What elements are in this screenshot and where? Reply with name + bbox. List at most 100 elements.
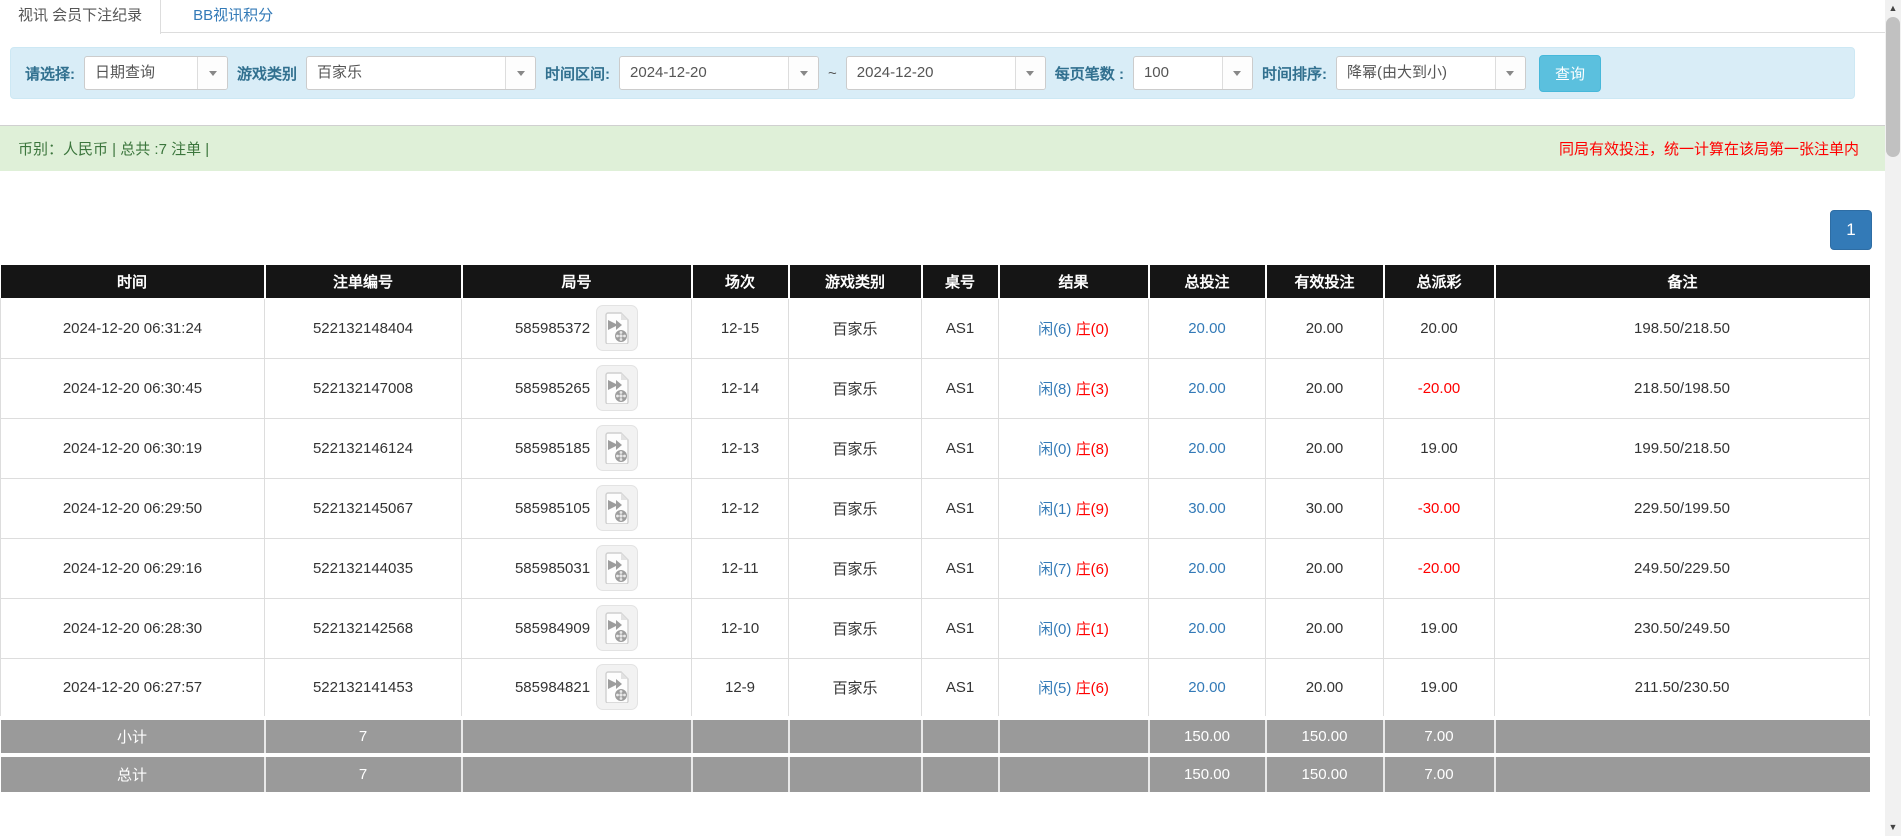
cell-session: 12-10 xyxy=(692,598,789,658)
round-id: 585985372 xyxy=(515,320,590,337)
banker-result: 庄(3) xyxy=(1076,381,1109,398)
cell-round: 585984909 xyxy=(462,598,692,658)
empty-cell xyxy=(789,755,922,792)
cell-game-type: 百家乐 xyxy=(789,658,922,718)
empty-cell xyxy=(789,718,922,755)
cell-valid-bet: 20.00 xyxy=(1266,658,1384,718)
subtotal-total-bet: 150.00 xyxy=(1149,718,1266,755)
cell-remark: 211.50/230.50 xyxy=(1495,658,1870,718)
video-replay-icon[interactable] xyxy=(596,605,638,651)
total-bet-link[interactable]: 20.00 xyxy=(1149,298,1266,358)
video-replay-icon[interactable] xyxy=(596,425,638,471)
total-payout: 7.00 xyxy=(1384,755,1495,792)
total-bet-link[interactable]: 30.00 xyxy=(1149,478,1266,538)
total-bet-link[interactable]: 20.00 xyxy=(1149,358,1266,418)
query-type-select[interactable]: 日期查询 xyxy=(84,56,228,90)
column-header: 总投注 xyxy=(1149,265,1266,298)
cell-time: 2024-12-20 06:29:16 xyxy=(1,538,265,598)
table-row: 2024-12-20 06:30:19 522132146124 5859851… xyxy=(1,418,1870,478)
video-replay-icon[interactable] xyxy=(596,545,638,591)
chevron-down-icon[interactable] xyxy=(788,57,818,89)
vertical-scrollbar[interactable]: ▲ ▼ xyxy=(1885,0,1901,836)
column-header: 结果 xyxy=(999,265,1149,298)
empty-cell xyxy=(1495,718,1870,755)
subtotal-payout: 7.00 xyxy=(1384,718,1495,755)
banker-result: 庄(1) xyxy=(1076,621,1109,638)
page-1-button[interactable]: 1 xyxy=(1830,210,1872,250)
total-row: 总计 7 150.00 150.00 7.00 xyxy=(1,755,1870,792)
cell-bet-id: 522132142568 xyxy=(265,598,462,658)
column-header: 有效投注 xyxy=(1266,265,1384,298)
total-bet-link[interactable]: 20.00 xyxy=(1149,598,1266,658)
total-bet-link[interactable]: 20.00 xyxy=(1149,658,1266,718)
banker-result: 庄(8) xyxy=(1076,441,1109,458)
chevron-down-icon[interactable] xyxy=(197,57,227,89)
page-size-select[interactable]: 100 xyxy=(1133,56,1253,90)
cell-valid-bet: 20.00 xyxy=(1266,538,1384,598)
total-bet-link[interactable]: 20.00 xyxy=(1149,418,1266,478)
cell-session: 12-11 xyxy=(692,538,789,598)
video-replay-icon[interactable] xyxy=(596,485,638,531)
scrollbar-thumb[interactable] xyxy=(1886,17,1900,157)
table-row: 2024-12-20 06:29:50 522132145067 5859851… xyxy=(1,478,1870,538)
table-body: 2024-12-20 06:31:24 522132148404 5859853… xyxy=(1,298,1870,718)
cell-game-type: 百家乐 xyxy=(789,538,922,598)
cell-payout: -30.00 xyxy=(1384,478,1495,538)
round-id: 585985105 xyxy=(515,500,590,517)
chevron-down-icon[interactable] xyxy=(1015,57,1045,89)
chevron-down-icon[interactable] xyxy=(1495,57,1525,89)
page-size-value: 100 xyxy=(1134,57,1222,89)
game-type-select[interactable]: 百家乐 xyxy=(306,56,536,90)
cell-time: 2024-12-20 06:30:19 xyxy=(1,418,265,478)
cell-payout: 19.00 xyxy=(1384,598,1495,658)
banker-result: 庄(6) xyxy=(1076,680,1109,697)
cell-payout: -20.00 xyxy=(1384,538,1495,598)
table-row: 2024-12-20 06:30:45 522132147008 5859852… xyxy=(1,358,1870,418)
cell-game-type: 百家乐 xyxy=(789,478,922,538)
player-result: 闲(0) xyxy=(1038,621,1071,638)
cell-payout: 20.00 xyxy=(1384,298,1495,358)
cell-time: 2024-12-20 06:28:30 xyxy=(1,598,265,658)
query-button[interactable]: 查询 xyxy=(1539,55,1601,92)
round-id: 585985265 xyxy=(515,380,590,397)
chevron-down-icon[interactable] xyxy=(1222,57,1252,89)
player-result: 闲(1) xyxy=(1038,501,1071,518)
banker-result: 庄(9) xyxy=(1076,501,1109,518)
table-row: 2024-12-20 06:27:57 522132141453 5859848… xyxy=(1,658,1870,718)
cell-payout: 19.00 xyxy=(1384,658,1495,718)
tab-bb-video-points[interactable]: BB视讯积分 xyxy=(175,0,291,32)
video-replay-icon[interactable] xyxy=(596,664,638,710)
date-from-select[interactable]: 2024-12-20 xyxy=(619,56,819,90)
cell-table-number: AS1 xyxy=(922,478,999,538)
empty-cell xyxy=(999,755,1149,792)
total-label: 总计 xyxy=(1,755,265,792)
date-to-select[interactable]: 2024-12-20 xyxy=(846,56,1046,90)
time-sort-select[interactable]: 降幂(由大到小) xyxy=(1336,56,1526,90)
date-from-value: 2024-12-20 xyxy=(620,57,788,89)
column-header: 局号 xyxy=(462,265,692,298)
video-replay-icon[interactable] xyxy=(596,365,638,411)
empty-cell xyxy=(692,718,789,755)
scroll-down-icon[interactable]: ▼ xyxy=(1885,819,1901,836)
date-range-tilde: ~ xyxy=(828,65,837,82)
empty-cell xyxy=(692,755,789,792)
table-row: 2024-12-20 06:28:30 522132142568 5859849… xyxy=(1,598,1870,658)
player-result: 闲(5) xyxy=(1038,680,1071,697)
video-replay-icon[interactable] xyxy=(596,305,638,351)
cell-table-number: AS1 xyxy=(922,418,999,478)
scroll-up-icon[interactable]: ▲ xyxy=(1885,0,1901,17)
cell-payout: 19.00 xyxy=(1384,418,1495,478)
chevron-down-icon[interactable] xyxy=(505,57,535,89)
total-bet-link[interactable]: 20.00 xyxy=(1149,538,1266,598)
cell-result: 闲(0) 庄(8) xyxy=(999,418,1149,478)
same-round-notice-text: 同局有效投注，统一计算在该局第一张注单内 xyxy=(1559,138,1859,159)
cell-round: 585985265 xyxy=(462,358,692,418)
cell-result: 闲(5) 庄(6) xyxy=(999,658,1149,718)
subtotal-row: 小计 7 150.00 150.00 7.00 xyxy=(1,718,1870,755)
cell-round: 585985372 xyxy=(462,298,692,358)
cell-time: 2024-12-20 06:31:24 xyxy=(1,298,265,358)
round-id: 585985185 xyxy=(515,440,590,457)
cell-result: 闲(8) 庄(3) xyxy=(999,358,1149,418)
cell-round: 585985185 xyxy=(462,418,692,478)
tab-video-bet-records[interactable]: 视讯 会员下注纪录 xyxy=(0,0,161,34)
